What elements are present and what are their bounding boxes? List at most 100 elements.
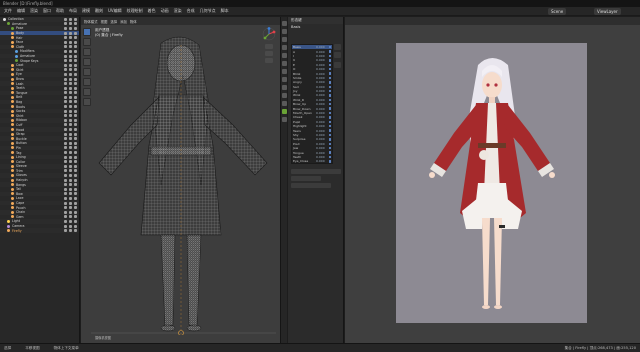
select-toggle-icon[interactable] [64, 155, 67, 159]
eye-icon[interactable] [69, 224, 72, 228]
shape-key-checkbox[interactable] [328, 120, 331, 124]
outliner-row[interactable]: Firefly [0, 228, 79, 233]
camera-icon[interactable] [74, 59, 77, 63]
shape-key-checkbox[interactable] [328, 50, 331, 53]
shape-key-value[interactable]: 0.000 [316, 67, 325, 71]
viewport-menu-view[interactable]: 视图 [101, 19, 108, 24]
camera-icon[interactable] [74, 26, 77, 30]
camera-icon[interactable] [74, 155, 77, 159]
select-toggle-icon[interactable] [64, 224, 67, 228]
render-view[interactable] [345, 17, 640, 343]
shape-key-value[interactable]: 0.000 [316, 124, 325, 128]
select-toggle-icon[interactable] [64, 105, 67, 109]
scene-tab-icon[interactable] [281, 53, 287, 58]
eye-icon[interactable] [69, 86, 72, 90]
select-toggle-icon[interactable] [64, 59, 67, 63]
shape-key-checkbox[interactable] [328, 59, 331, 62]
eye-icon[interactable] [69, 63, 72, 67]
eye-icon[interactable] [69, 201, 72, 205]
menu-item[interactable]: 渲染 [30, 8, 38, 14]
select-toggle-icon[interactable] [64, 210, 67, 214]
eye-icon[interactable] [69, 114, 72, 118]
camera-icon[interactable] [74, 86, 77, 90]
scale-tool-icon[interactable] [83, 68, 91, 76]
particles-tab-icon[interactable] [281, 85, 287, 90]
camera-icon[interactable] [74, 187, 77, 191]
eye-icon[interactable] [69, 77, 72, 81]
shape-key-value[interactable]: 0.000 [316, 76, 325, 80]
eye-icon[interactable] [69, 132, 72, 136]
menu-item[interactable]: 几何节点 [200, 8, 216, 14]
camera-icon[interactable] [74, 95, 77, 99]
eye-icon[interactable] [69, 206, 72, 210]
camera-icon[interactable] [74, 109, 77, 113]
eye-icon[interactable] [69, 54, 72, 58]
select-toggle-icon[interactable] [64, 187, 67, 191]
shape-key-value[interactable]: 0.000 [316, 129, 325, 133]
menu-item[interactable]: 文件 [4, 8, 12, 14]
shape-key-value[interactable]: 0.000 [316, 115, 325, 119]
shape-key-checkbox[interactable] [328, 160, 331, 163]
select-toggle-icon[interactable] [64, 77, 67, 81]
select-toggle-icon[interactable] [64, 40, 67, 44]
annotate-tool-icon[interactable] [83, 88, 91, 96]
camera-icon[interactable] [74, 219, 77, 223]
eye-icon[interactable] [69, 91, 72, 95]
select-toggle-icon[interactable] [64, 128, 67, 132]
shape-key-value[interactable]: 0.000 [316, 93, 325, 97]
shape-key-value[interactable]: 0.000 [316, 63, 325, 67]
shape-key-row[interactable]: Eye_Close 0.000 [292, 159, 332, 163]
eye-icon[interactable] [69, 196, 72, 200]
eye-icon[interactable] [69, 40, 72, 44]
shape-key-checkbox[interactable] [328, 142, 331, 145]
shape-key-checkbox[interactable] [328, 98, 331, 102]
camera-icon[interactable] [74, 132, 77, 136]
select-toggle-icon[interactable] [64, 82, 67, 86]
modifier-tab-icon[interactable] [281, 77, 287, 82]
shape-key-value[interactable]: 0.000 [316, 133, 325, 137]
eye-icon[interactable] [69, 17, 72, 21]
camera-icon[interactable] [74, 31, 77, 35]
shape-key-value[interactable]: 0.000 [316, 80, 325, 84]
camera-icon[interactable] [74, 118, 77, 122]
eye-icon[interactable] [69, 210, 72, 214]
menu-item[interactable]: 着色 [148, 8, 156, 14]
shape-key-value[interactable]: 0.000 [316, 54, 325, 58]
camera-icon[interactable] [74, 215, 77, 219]
camera-icon[interactable] [74, 91, 77, 95]
camera-icon[interactable] [74, 151, 77, 155]
shape-key-checkbox[interactable] [328, 146, 331, 150]
select-toggle-icon[interactable] [64, 215, 67, 219]
eye-icon[interactable] [69, 49, 72, 53]
menu-item[interactable]: 渲染 [174, 8, 182, 14]
select-toggle-icon[interactable] [64, 17, 67, 21]
world-tab-icon[interactable] [281, 61, 287, 66]
menu-item[interactable]: 帮助 [56, 8, 64, 14]
camera-icon[interactable] [74, 36, 77, 40]
data-tab-icon[interactable] [281, 109, 287, 114]
eye-icon[interactable] [69, 123, 72, 127]
eye-icon[interactable] [69, 95, 72, 99]
output-tab-icon[interactable] [281, 37, 287, 42]
camera-icon[interactable] [74, 82, 77, 86]
select-toggle-icon[interactable] [64, 173, 67, 177]
view-layer-tab-icon[interactable] [281, 45, 287, 50]
shape-key-checkbox[interactable] [328, 46, 331, 49]
shape-key-value[interactable]: 0.000 [316, 159, 325, 163]
eye-icon[interactable] [69, 36, 72, 40]
eye-icon[interactable] [69, 141, 72, 145]
viewport-menu-add[interactable]: 添加 [120, 19, 127, 24]
select-toggle-icon[interactable] [64, 95, 67, 99]
eye-icon[interactable] [69, 183, 72, 187]
eye-icon[interactable] [69, 109, 72, 113]
camera-icon[interactable] [74, 45, 77, 49]
eye-icon[interactable] [69, 146, 72, 150]
select-toggle-icon[interactable] [64, 68, 67, 72]
shape-key-value[interactable]: 0.000 [316, 155, 325, 159]
eye-icon[interactable] [69, 59, 72, 63]
shape-key-checkbox[interactable] [328, 125, 331, 128]
menu-item[interactable]: 编辑 [17, 8, 25, 14]
shape-key-checkbox[interactable] [328, 81, 331, 84]
select-toggle-icon[interactable] [64, 192, 67, 196]
remove-shape-key-button[interactable] [334, 52, 341, 58]
